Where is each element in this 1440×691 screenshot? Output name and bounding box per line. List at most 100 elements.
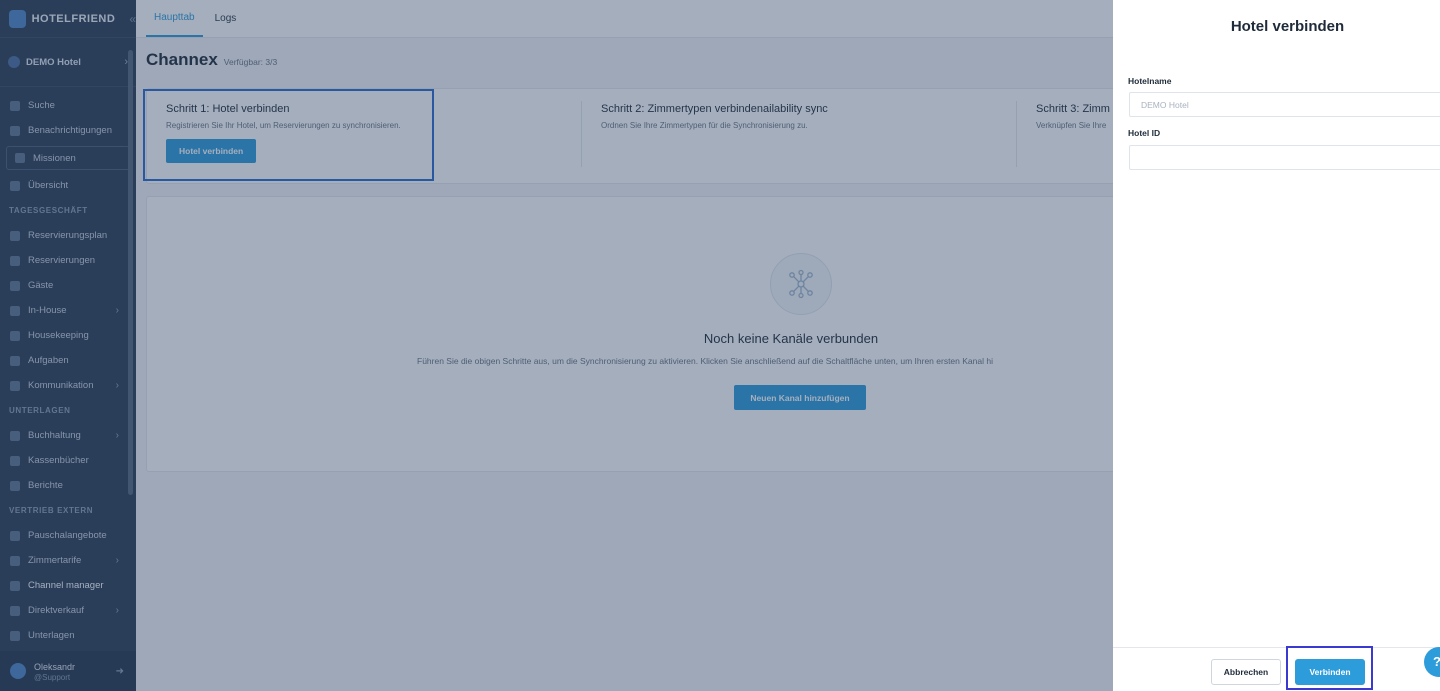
guests-icon: [10, 280, 20, 291]
user-role: @Support: [34, 672, 71, 682]
sidebar-item-label: Kassenbücher: [28, 455, 89, 466]
sidebar-item-reservation-plan[interactable]: Reservierungsplan: [0, 223, 136, 248]
dashboard-icon: [10, 180, 20, 191]
sidebar-item-search[interactable]: Suche: [0, 93, 136, 118]
sidebar-item-missions[interactable]: Missionen: [6, 146, 130, 170]
folder-icon: [10, 630, 20, 641]
booking-icon: [10, 255, 20, 266]
sidebar-item-label: Buchhaltung: [28, 430, 81, 441]
chevron-right-icon: ›: [115, 430, 119, 441]
sidebar: HOTELFRIEND « DEMO Hotel › Suche Benachr…: [0, 0, 136, 691]
section-title: UNTERLAGEN: [9, 406, 71, 415]
sidebar-item-channel-manager[interactable]: Channel manager: [0, 573, 136, 598]
sidebar-item-label: Übersicht: [28, 180, 69, 191]
tab-haupttab[interactable]: Haupttab: [146, 0, 203, 37]
sidebar-item-cashbooks[interactable]: Kassenbücher: [0, 448, 136, 473]
tab-logs[interactable]: Logs: [207, 0, 245, 37]
section-title: VERTRIEB EXTERN: [9, 506, 94, 515]
divider: [581, 101, 582, 167]
sidebar-scrollbar[interactable]: [128, 40, 134, 650]
flag-icon: [15, 153, 25, 163]
brand: HOTELFRIEND «: [0, 0, 136, 38]
step-title: Schritt 2: Zimmertypen verbindenailabili…: [601, 103, 828, 115]
house-icon: [10, 305, 20, 316]
sidebar-item-direct-sale[interactable]: Direktverkauf ›: [0, 598, 136, 623]
logout-arrow-icon[interactable]: ➜: [116, 666, 124, 677]
chat-icon: [10, 380, 20, 391]
chevron-right-icon: ›: [115, 555, 119, 566]
user-profile[interactable]: Oleksandr @Support ➜: [0, 651, 136, 691]
double-chevron-left-icon[interactable]: «: [129, 12, 136, 26]
sidebar-item-label: Suche: [28, 100, 55, 111]
empty-state-card: Noch keine Kanäle verbunden Führen Sie d…: [146, 196, 1146, 472]
user-name: Oleksandr: [34, 661, 76, 672]
sidebar-item-label: Reservierungsplan: [28, 230, 108, 241]
chevron-right-icon: ›: [115, 380, 119, 391]
network-icon: [770, 253, 832, 315]
sidebar-item-reservations[interactable]: Reservierungen: [0, 248, 136, 273]
hotel-id-input[interactable]: [1129, 145, 1440, 170]
step-2: Schritt 2: Zimmertypen verbindenailabili…: [601, 103, 828, 130]
chevron-right-icon: ›: [115, 305, 119, 316]
sidebar-item-label: Missionen: [33, 152, 76, 164]
hotel-selector[interactable]: DEMO Hotel ›: [0, 48, 136, 76]
divider: [0, 86, 136, 87]
scrollbar-thumb[interactable]: [128, 50, 133, 495]
sidebar-item-documents[interactable]: Unterlagen: [0, 623, 136, 648]
connect-button-highlight: [1286, 646, 1373, 690]
hotel-icon: [8, 56, 20, 68]
step-1-highlight: [143, 89, 434, 181]
drawer-footer: Abbrechen Verbinden: [1113, 647, 1440, 691]
sidebar-item-housekeeping[interactable]: Housekeeping: [0, 323, 136, 348]
report-icon: [10, 480, 20, 491]
connect-hotel-drawer: Hotel verbinden Hotelname Hotel ID Abbre…: [1113, 0, 1440, 691]
sidebar-item-guests[interactable]: Gäste: [0, 273, 136, 298]
tag-icon: [10, 530, 20, 541]
cancel-button[interactable]: Abbrechen: [1211, 659, 1281, 685]
section-title: TAGESGESCHÄFT: [9, 206, 88, 215]
sidebar-item-label: In-House: [28, 305, 67, 316]
page-title: Channex: [146, 50, 218, 69]
sidebar-item-label: Benachrichtigungen: [28, 125, 112, 136]
step-description: Ordnen Sie Ihre Zimmertypen für die Sync…: [601, 121, 808, 130]
sidebar-item-overview[interactable]: Übersicht: [0, 173, 136, 198]
sidebar-item-tasks[interactable]: Aufgaben: [0, 348, 136, 373]
hotel-id-label: Hotel ID: [1128, 128, 1161, 138]
hotel-selector-label: DEMO Hotel: [26, 56, 81, 68]
sale-icon: [10, 605, 20, 616]
sidebar-item-label: Reservierungen: [28, 255, 96, 266]
availability-label: Verfügbar: 3/3: [223, 57, 278, 67]
sidebar-item-label: Berichte: [28, 480, 63, 491]
sidebar-item-label: Channel manager: [28, 580, 104, 591]
chevron-right-icon: ›: [115, 605, 119, 616]
sidebar-item-in-house[interactable]: In-House ›: [0, 298, 136, 323]
search-icon: [10, 100, 20, 111]
sidebar-item-room-rates[interactable]: Zimmertarife ›: [0, 548, 136, 573]
calendar-icon: [10, 230, 20, 241]
hotel-name-label: Hotelname: [1128, 76, 1172, 86]
channel-icon: [10, 580, 20, 591]
sidebar-item-label: Unterlagen: [28, 630, 75, 641]
sidebar-item-label: Kommunikation: [28, 380, 94, 391]
sidebar-item-label: Direktverkauf: [28, 605, 84, 616]
sidebar-item-label: Gäste: [28, 280, 54, 291]
sidebar-item-notifications[interactable]: Benachrichtigungen: [0, 118, 136, 143]
hotelfriend-logo: [9, 9, 26, 28]
broom-icon: [10, 330, 20, 341]
sidebar-item-label: Housekeeping: [28, 330, 89, 341]
sidebar-item-communication[interactable]: Kommunikation ›: [0, 373, 136, 398]
accounting-icon: [10, 430, 20, 441]
hotel-name-input[interactable]: [1129, 92, 1440, 117]
avatar: [10, 663, 26, 679]
sidebar-item-accounting[interactable]: Buchhaltung ›: [0, 423, 136, 448]
step-title: Schritt 3: Zimm: [1036, 103, 1110, 115]
sidebar-item-packages[interactable]: Pauschalangebote: [0, 523, 136, 548]
add-channel-button[interactable]: Neuen Kanal hinzufügen: [734, 385, 866, 410]
drawer-title: Hotel verbinden: [1230, 18, 1345, 35]
sidebar-item-label: Pauschalangebote: [28, 530, 107, 541]
step-description: Verknüpfen Sie Ihre: [1036, 121, 1107, 130]
wrench-icon: [10, 355, 20, 366]
brand-name: HOTELFRIEND: [31, 12, 116, 25]
sidebar-item-reports[interactable]: Berichte: [0, 473, 136, 498]
user-info: Oleksandr @Support: [34, 661, 75, 682]
